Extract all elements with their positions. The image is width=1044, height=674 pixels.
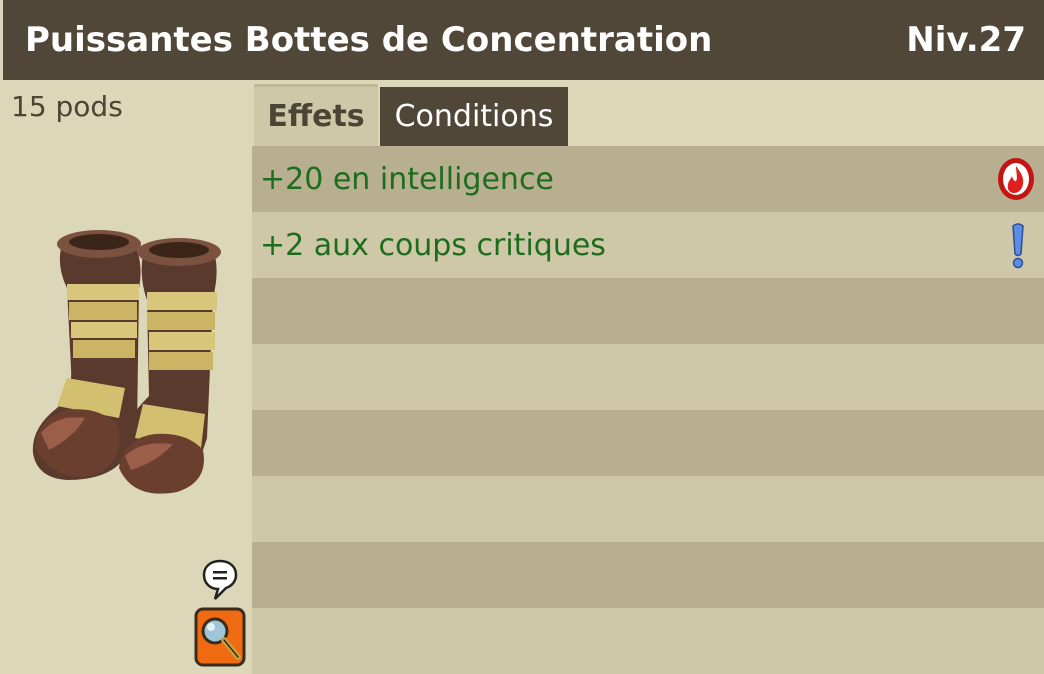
empty-effect-row (252, 344, 1044, 410)
empty-effect-row (252, 410, 1044, 476)
empty-effect-row (252, 608, 1044, 674)
effect-row: +20 en intelligence (252, 146, 1044, 212)
item-name: Puissantes Bottes de Concentration (25, 20, 713, 60)
exclamation-icon (1010, 222, 1026, 274)
empty-effect-row (252, 542, 1044, 608)
effect-text: +20 en intelligence (260, 161, 554, 197)
boots-icon (27, 228, 237, 512)
effect-text: +2 aux coups critiques (260, 227, 606, 263)
speech-bubble-icon[interactable] (201, 558, 239, 606)
item-weight: 15 pods (11, 90, 123, 123)
item-level: Niv.27 (906, 20, 1026, 60)
tab-effets-label: Effets (267, 99, 365, 134)
empty-effect-row (252, 278, 1044, 344)
tab-conditions[interactable]: Conditions (380, 87, 568, 146)
effects-list: +20 en intelligence +2 aux coups critiqu… (252, 146, 1044, 674)
empty-effect-row (252, 476, 1044, 542)
item-left-panel: 15 pods (3, 80, 252, 674)
item-title-bar: Puissantes Bottes de Concentration Niv.2… (3, 0, 1044, 80)
magnifier-icon[interactable] (194, 607, 246, 671)
effect-row: +2 aux coups critiques (252, 212, 1044, 278)
tab-conditions-label: Conditions (394, 99, 554, 134)
tab-effets[interactable]: Effets (254, 84, 378, 146)
fire-element-icon (996, 156, 1036, 206)
tab-bar: Effets Conditions (252, 80, 1044, 146)
